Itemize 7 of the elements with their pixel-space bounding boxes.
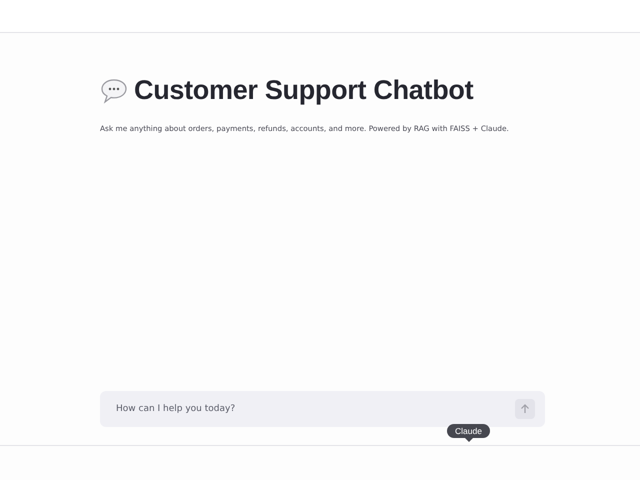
tooltip-pointer (465, 438, 473, 442)
page-title: Customer Support Chatbot (134, 75, 474, 106)
send-button[interactable] (515, 399, 535, 419)
arrow-up-icon (520, 404, 530, 414)
chat-input[interactable]: How can I help you today? (100, 391, 545, 427)
speech-bubble-icon (100, 78, 128, 104)
tooltip: Claude (447, 424, 490, 438)
